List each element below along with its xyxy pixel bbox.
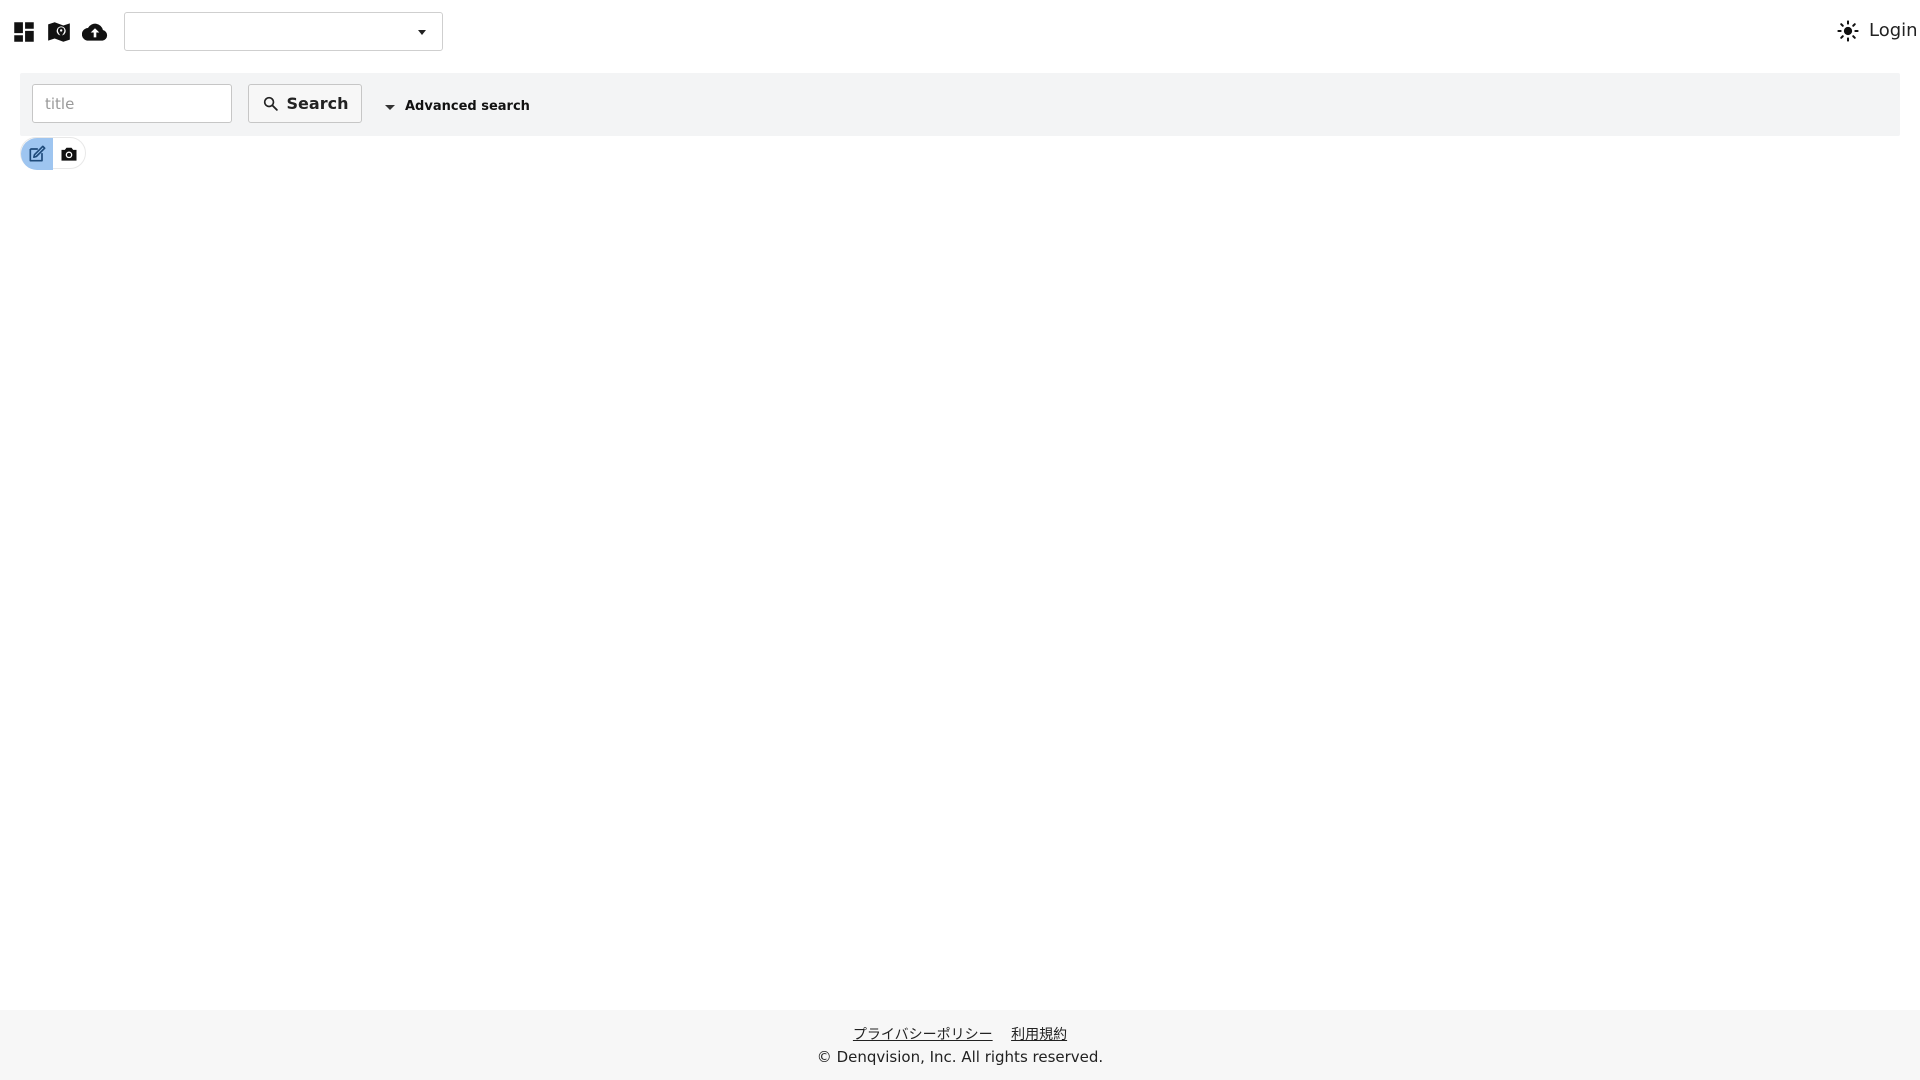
- edit-icon[interactable]: [21, 138, 53, 170]
- cloud-upload-icon[interactable]: [81, 18, 109, 46]
- search-panel: Search Advanced search: [20, 73, 1900, 136]
- login-link[interactable]: Login: [1869, 20, 1918, 41]
- advanced-search-label: Advanced search: [405, 99, 530, 114]
- footer-links: プライバシーポリシー 利用規約: [0, 1024, 1920, 1044]
- top-navigation-bar: Login: [0, 0, 1920, 63]
- search-icon: [263, 96, 278, 111]
- terms-link[interactable]: 利用規約: [1011, 1027, 1067, 1043]
- footer: プライバシーポリシー 利用規約 © Denqvision, Inc. All r…: [0, 1010, 1920, 1080]
- sun-icon[interactable]: [1837, 20, 1859, 42]
- project-select[interactable]: [124, 12, 443, 51]
- copyright-text: © Denqvision, Inc. All rights reserved.: [816, 1048, 1104, 1066]
- chevron-down-icon: [418, 30, 426, 35]
- camera-icon[interactable]: [53, 138, 85, 170]
- mode-toggle: [20, 137, 86, 170]
- privacy-policy-link[interactable]: プライバシーポリシー: [853, 1027, 993, 1043]
- search-button[interactable]: Search: [248, 84, 362, 123]
- advanced-search-toggle[interactable]: Advanced search: [385, 99, 530, 114]
- dashboard-icon[interactable]: [10, 18, 38, 46]
- search-button-label: Search: [286, 94, 349, 113]
- map-icon[interactable]: [45, 18, 73, 46]
- caret-down-icon: [385, 105, 395, 110]
- title-search-input[interactable]: [32, 84, 232, 123]
